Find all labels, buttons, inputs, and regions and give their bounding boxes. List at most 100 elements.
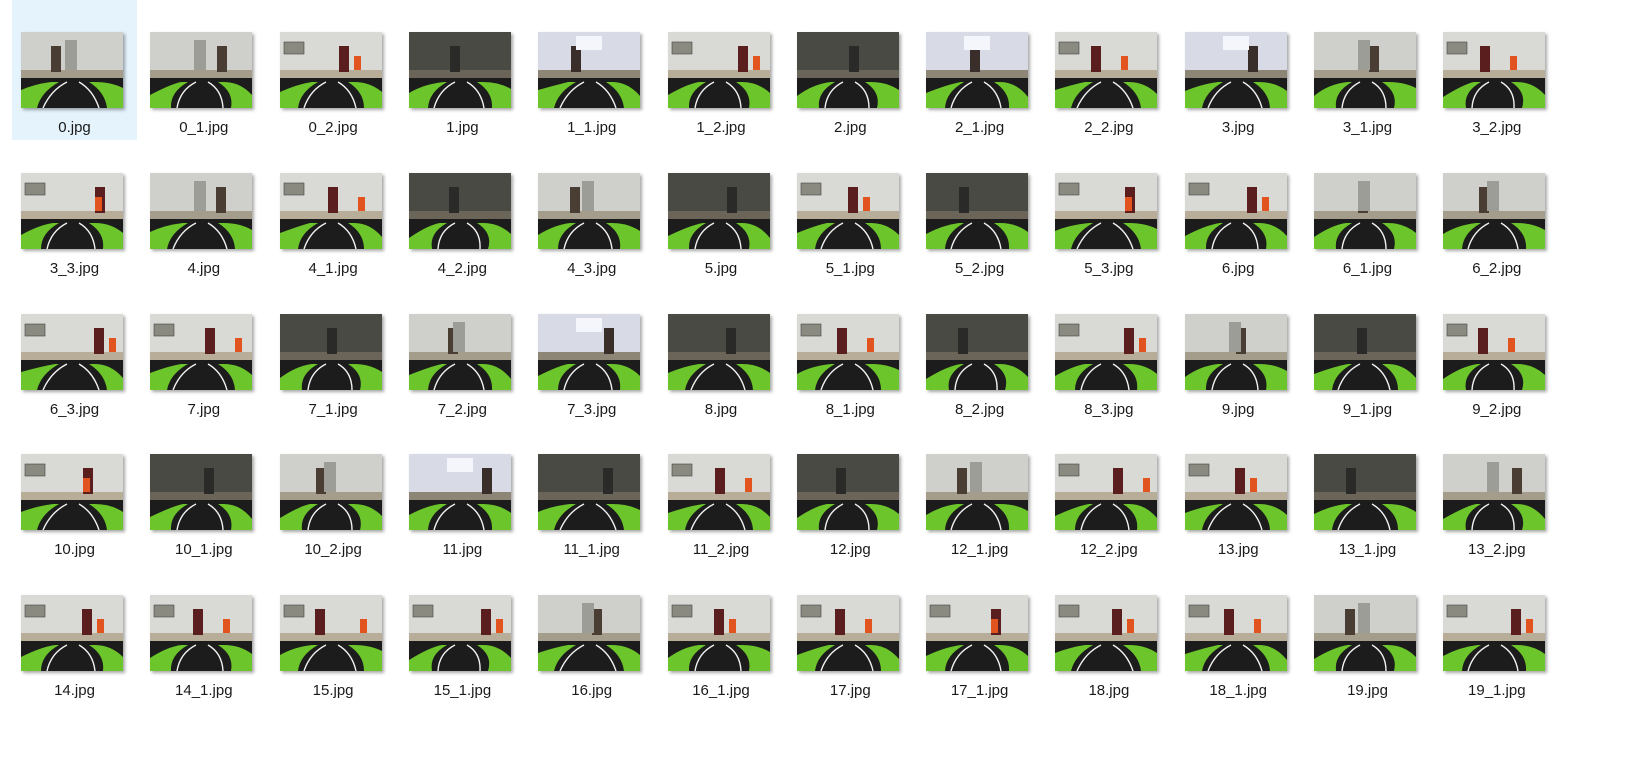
file-item[interactable]: 4_1.jpg: [271, 141, 396, 281]
file-name-label: 17_1.jpg: [950, 682, 1009, 700]
file-name-label: 0_1.jpg: [179, 119, 229, 136]
file-item[interactable]: 15_1.jpg: [400, 563, 525, 703]
image-thumbnail: [1055, 313, 1158, 390]
file-item[interactable]: 14_1.jpg: [141, 563, 266, 703]
file-item[interactable]: 7.jpg: [141, 282, 266, 422]
file-item[interactable]: 12_1.jpg: [917, 422, 1042, 562]
file-item[interactable]: 10_1.jpg: [141, 422, 266, 562]
image-thumbnail: [538, 454, 641, 531]
file-item[interactable]: 2_2.jpg: [1046, 0, 1171, 140]
image-thumbnail: [150, 32, 253, 108]
file-item[interactable]: 16_1.jpg: [659, 563, 784, 703]
file-item[interactable]: 0_1.jpg: [141, 0, 266, 140]
file-name-label: 15_1.jpg: [433, 682, 492, 700]
image-thumbnail: [1184, 32, 1287, 108]
image-thumbnail: [408, 595, 511, 672]
file-item[interactable]: 1.jpg: [400, 0, 525, 140]
file-item[interactable]: 4_2.jpg: [400, 141, 525, 281]
file-name-label: 5.jpg: [704, 259, 738, 277]
file-item[interactable]: 9.jpg: [1176, 282, 1301, 422]
file-name-label: 6_3.jpg: [49, 400, 100, 418]
file-name-label: 1.jpg: [446, 119, 479, 136]
image-thumbnail: [1314, 454, 1416, 531]
file-item[interactable]: 6_3.jpg: [12, 282, 137, 422]
file-item[interactable]: 3_2.jpg: [1434, 0, 1559, 140]
file-name-label: 11_1.jpg: [563, 541, 620, 559]
file-name-label: 0_2.jpg: [308, 119, 358, 136]
file-item[interactable]: 12_2.jpg: [1046, 422, 1171, 562]
file-item[interactable]: 19_1.jpg: [1434, 563, 1559, 703]
image-thumbnail: [279, 313, 382, 390]
file-item[interactable]: 11_1.jpg: [529, 422, 654, 562]
file-name-label: 19.jpg: [1347, 682, 1388, 700]
image-thumbnail: [1055, 454, 1158, 531]
file-item[interactable]: 0.jpg: [12, 0, 137, 140]
image-thumbnail: [21, 595, 123, 672]
file-item[interactable]: 6_2.jpg: [1434, 141, 1559, 281]
file-item[interactable]: 11_2.jpg: [659, 422, 784, 562]
file-item[interactable]: 16.jpg: [529, 563, 654, 703]
file-item[interactable]: 11.jpg: [400, 422, 525, 562]
file-item[interactable]: 10_2.jpg: [271, 422, 396, 562]
file-item[interactable]: 8_3.jpg: [1046, 282, 1171, 422]
image-thumbnail: [1055, 32, 1158, 108]
file-item[interactable]: 8_2.jpg: [917, 282, 1042, 422]
file-item[interactable]: 17.jpg: [788, 563, 913, 703]
file-item[interactable]: 19.jpg: [1305, 563, 1430, 703]
file-item[interactable]: 5_2.jpg: [917, 141, 1042, 281]
image-thumbnail: [279, 595, 382, 672]
image-thumbnail: [1055, 172, 1158, 249]
file-item[interactable]: 8_1.jpg: [788, 282, 913, 422]
file-item[interactable]: 3_3.jpg: [12, 141, 137, 281]
file-name-label: 6_1.jpg: [1342, 259, 1393, 277]
file-item[interactable]: 12.jpg: [788, 422, 913, 562]
image-thumbnail: [150, 595, 253, 672]
file-item[interactable]: 5_3.jpg: [1046, 141, 1171, 281]
file-item[interactable]: 13_2.jpg: [1434, 422, 1559, 562]
file-item[interactable]: 4_3.jpg: [529, 141, 654, 281]
file-name-label: 12.jpg: [829, 541, 871, 559]
file-name-label: 18_1.jpg: [1209, 682, 1267, 700]
file-item[interactable]: 5.jpg: [659, 141, 784, 281]
file-item[interactable]: 10.jpg: [12, 422, 137, 562]
file-item[interactable]: 6.jpg: [1176, 141, 1301, 281]
file-name-label: 6.jpg: [1221, 259, 1255, 277]
file-item[interactable]: 8.jpg: [659, 282, 784, 422]
file-item[interactable]: 15.jpg: [271, 563, 396, 703]
file-item[interactable]: 7_1.jpg: [271, 282, 396, 422]
file-item[interactable]: 2_1.jpg: [917, 0, 1042, 140]
file-name-label: 19_1.jpg: [1468, 682, 1526, 700]
file-item[interactable]: 3.jpg: [1176, 0, 1301, 140]
file-item[interactable]: 0_2.jpg: [271, 0, 396, 140]
image-thumbnail: [1184, 172, 1287, 249]
file-item[interactable]: 7_2.jpg: [400, 282, 525, 422]
file-name-label: 8_2.jpg: [954, 400, 1005, 418]
file-item[interactable]: 2.jpg: [788, 0, 913, 140]
file-name-label: 9_1.jpg: [1342, 400, 1393, 418]
file-name-label: 14.jpg: [54, 682, 95, 700]
file-item[interactable]: 9_1.jpg: [1305, 282, 1430, 422]
file-item[interactable]: 5_1.jpg: [788, 141, 913, 281]
file-item[interactable]: 1_2.jpg: [659, 0, 784, 140]
file-item[interactable]: 3_1.jpg: [1305, 0, 1430, 140]
file-item[interactable]: 13.jpg: [1176, 422, 1301, 562]
file-name-label: 4_2.jpg: [437, 259, 487, 277]
file-item[interactable]: 4.jpg: [141, 141, 266, 281]
file-item[interactable]: 13_1.jpg: [1305, 422, 1430, 562]
image-thumbnail: [796, 313, 899, 390]
file-item[interactable]: 18.jpg: [1046, 563, 1171, 703]
file-item[interactable]: 17_1.jpg: [917, 563, 1042, 703]
file-name-label: 2_2.jpg: [1084, 119, 1134, 136]
file-name-label: 16.jpg: [571, 682, 613, 700]
image-thumbnail: [1055, 595, 1158, 672]
image-thumbnail: [150, 454, 253, 531]
file-item[interactable]: 14.jpg: [12, 563, 137, 703]
file-name-label: 10_1.jpg: [175, 541, 233, 559]
file-item[interactable]: 18_1.jpg: [1176, 563, 1301, 703]
file-item[interactable]: 7_3.jpg: [529, 282, 654, 422]
file-item[interactable]: 1_1.jpg: [529, 0, 654, 140]
file-item[interactable]: 9_2.jpg: [1434, 282, 1559, 422]
file-item[interactable]: 6_1.jpg: [1305, 141, 1430, 281]
image-thumbnail: [538, 595, 641, 672]
image-thumbnail: [796, 595, 899, 672]
